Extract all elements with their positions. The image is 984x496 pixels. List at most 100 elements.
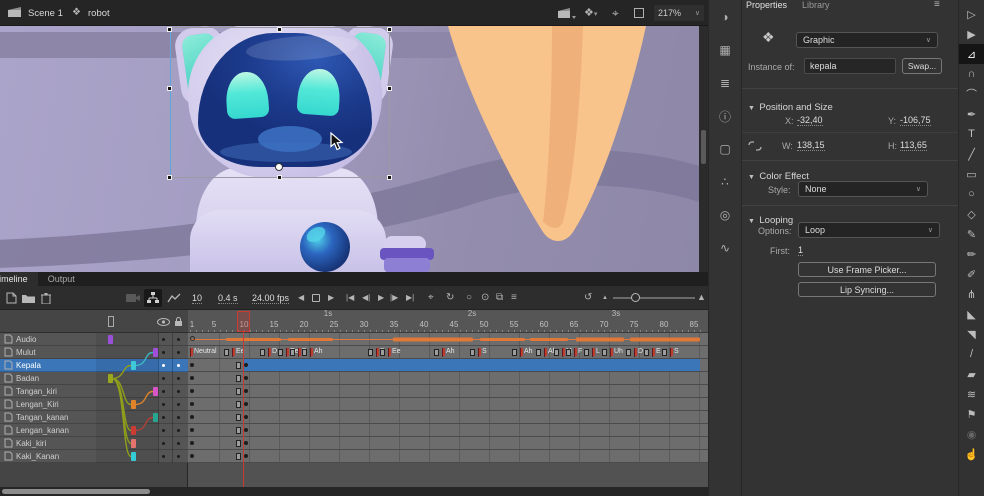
layer-lock-dot[interactable] [177, 351, 180, 354]
center-frame-button[interactable]: ⌖ [612, 7, 619, 19]
modify-markers-button[interactable]: ≡ [511, 293, 517, 303]
rectangle-tool[interactable]: ▭ [959, 164, 984, 184]
shrink-frames-button[interactable]: ▲ [602, 295, 608, 301]
frames-row-audio[interactable] [188, 333, 708, 346]
looping-options-select[interactable]: Loop ∨ [798, 222, 940, 238]
transform-point[interactable] [275, 163, 283, 171]
layer-lock-dot[interactable] [177, 416, 180, 419]
selection-tool[interactable]: ▶ [959, 24, 984, 44]
align-panel-icon[interactable]: ≣ [710, 72, 740, 94]
frame-ruler[interactable]: 15101520253035404550556065707580851s2s3s [188, 310, 708, 333]
edit-multiple-frames-button[interactable]: ⧉ [496, 293, 503, 303]
layer-visible-dot[interactable] [162, 338, 165, 341]
eyedropper-tool[interactable]: / [959, 344, 984, 364]
selection-handle[interactable] [167, 27, 172, 32]
w-value[interactable]: 138,15 [797, 140, 825, 151]
layer-row-audio[interactable]: Audio [0, 333, 188, 346]
canvas-vscrollbar[interactable] [699, 26, 708, 272]
color-panel-icon[interactable]: ◑ [710, 6, 740, 28]
frames-row-kepala[interactable] [188, 359, 708, 372]
onion-skin-button[interactable]: ○ [466, 293, 472, 303]
text-tool[interactable]: T [959, 124, 984, 144]
layer-row-mulut[interactable]: Mulut [0, 346, 188, 359]
go-first-frame-button[interactable]: |◀ [346, 294, 354, 302]
tab-properties[interactable]: Properties [746, 0, 787, 10]
paint-bucket-tool[interactable]: ◣ [959, 304, 984, 324]
layer-lock-dot[interactable] [177, 455, 180, 458]
style-select[interactable]: None ∨ [798, 181, 928, 197]
ink-bottle-tool[interactable]: ◥ [959, 324, 984, 344]
fluid-brush-tool[interactable]: ✏ [959, 244, 984, 264]
tab-timeline[interactable]: Timeline [0, 272, 38, 286]
edit-symbol-button[interactable]: ❖▾ [584, 8, 597, 19]
lasso-tool[interactable]: ∩ [959, 64, 984, 84]
show-graphs-toggle[interactable] [167, 292, 181, 304]
current-frame-hottext[interactable]: 10 [192, 293, 202, 304]
layer-visible-dot[interactable] [162, 364, 165, 367]
scrollbar-thumb[interactable] [701, 130, 706, 164]
layer-row-tangan_kiri[interactable]: Tangan_kiri [0, 385, 188, 398]
new-folder-button[interactable] [22, 293, 35, 303]
playhead-line[interactable] [243, 332, 244, 487]
timeline-hscrollbar[interactable] [0, 487, 708, 496]
layer-row-kaki_kanan[interactable]: Kaki_Kanan [0, 450, 188, 463]
y-value[interactable]: -106,75 [900, 115, 931, 126]
layer-name[interactable]: Tangan_kanan [16, 413, 69, 422]
frames-row-kaki_kiri[interactable] [188, 437, 708, 450]
layer-name[interactable]: Badan [16, 374, 39, 383]
slider-knob[interactable] [631, 293, 640, 302]
frames-row-tangan_kiri[interactable] [188, 385, 708, 398]
cc-libraries-panel-icon[interactable]: ◎ [710, 204, 740, 226]
hand-tool[interactable]: ☝ [959, 444, 984, 464]
symbol-type-select[interactable]: Graphic ∨ [796, 32, 938, 48]
collapse-triangle-icon[interactable]: ▼ [748, 105, 755, 112]
frame-rate-hottext[interactable]: 24.00 fps [252, 293, 289, 304]
scrollbar-thumb[interactable] [2, 489, 150, 494]
frame-size-slider[interactable] [613, 297, 695, 299]
step-forward-button[interactable]: |▶ [390, 294, 398, 302]
selected-frame-span[interactable] [244, 359, 700, 372]
layer-name[interactable]: Kaki_kiri [16, 439, 46, 448]
playhead-marker[interactable] [237, 311, 250, 332]
layer-visible-dot[interactable] [162, 351, 165, 354]
collapse-triangle-icon[interactable]: ▼ [748, 174, 755, 181]
layer-visible-dot[interactable] [162, 442, 165, 445]
brush-library-panel-icon[interactable]: ∴ [710, 171, 740, 193]
layer-lock-dot[interactable] [177, 338, 180, 341]
pan-right-button[interactable]: ▶ [328, 294, 334, 302]
go-last-frame-button[interactable]: ▶| [406, 294, 414, 302]
width-tool[interactable]: ≋ [959, 384, 984, 404]
elapsed-time-hottext[interactable]: 0.4 s [218, 293, 238, 304]
layer-lock-dot[interactable] [177, 403, 180, 406]
layer-row-kaki_kiri[interactable]: Kaki_kiri [0, 437, 188, 450]
layer-visible-dot[interactable] [162, 455, 165, 458]
selection-handle[interactable] [387, 27, 392, 32]
frames-row-lengan_kiri[interactable] [188, 398, 708, 411]
eraser-tool[interactable]: ▰ [959, 364, 984, 384]
breadcrumb-scene[interactable]: Scene 1 [28, 8, 63, 19]
layer-name[interactable]: Kepala [16, 361, 41, 370]
play-button[interactable]: ▶ [378, 294, 384, 302]
breadcrumb-symbol[interactable]: robot [88, 8, 110, 19]
zoom-select[interactable]: 217% ∨ [654, 5, 704, 21]
layer-row-tangan_kanan[interactable]: Tangan_kanan [0, 411, 188, 424]
pencil-tool[interactable]: ✎ [959, 224, 984, 244]
step-back-button[interactable]: ◀| [362, 294, 370, 302]
center-playhead-button[interactable]: ⌖ [428, 293, 434, 303]
line-tool[interactable]: ╱ [959, 144, 984, 164]
layer-lock-dot[interactable] [177, 377, 180, 380]
info-panel-icon[interactable]: ⓘ [710, 105, 740, 127]
frames-row-badan[interactable] [188, 372, 708, 385]
selection-handle[interactable] [167, 86, 172, 91]
pan-left-button[interactable]: ◀ [298, 294, 304, 302]
layer-lock-dot[interactable] [177, 390, 180, 393]
x-value[interactable]: -32,40 [797, 115, 823, 126]
bone-tool[interactable]: ⋔ [959, 284, 984, 304]
selection-handle[interactable] [277, 175, 282, 180]
loop-playback-button[interactable]: ↻ [446, 293, 454, 303]
layer-name[interactable]: Tangan_kiri [16, 387, 57, 396]
position-size-header[interactable]: Position and Size [759, 102, 832, 113]
collapse-triangle-icon[interactable]: ▼ [748, 218, 755, 225]
selection-handle[interactable] [167, 175, 172, 180]
classic-brush-tool[interactable]: ✐ [959, 264, 984, 284]
